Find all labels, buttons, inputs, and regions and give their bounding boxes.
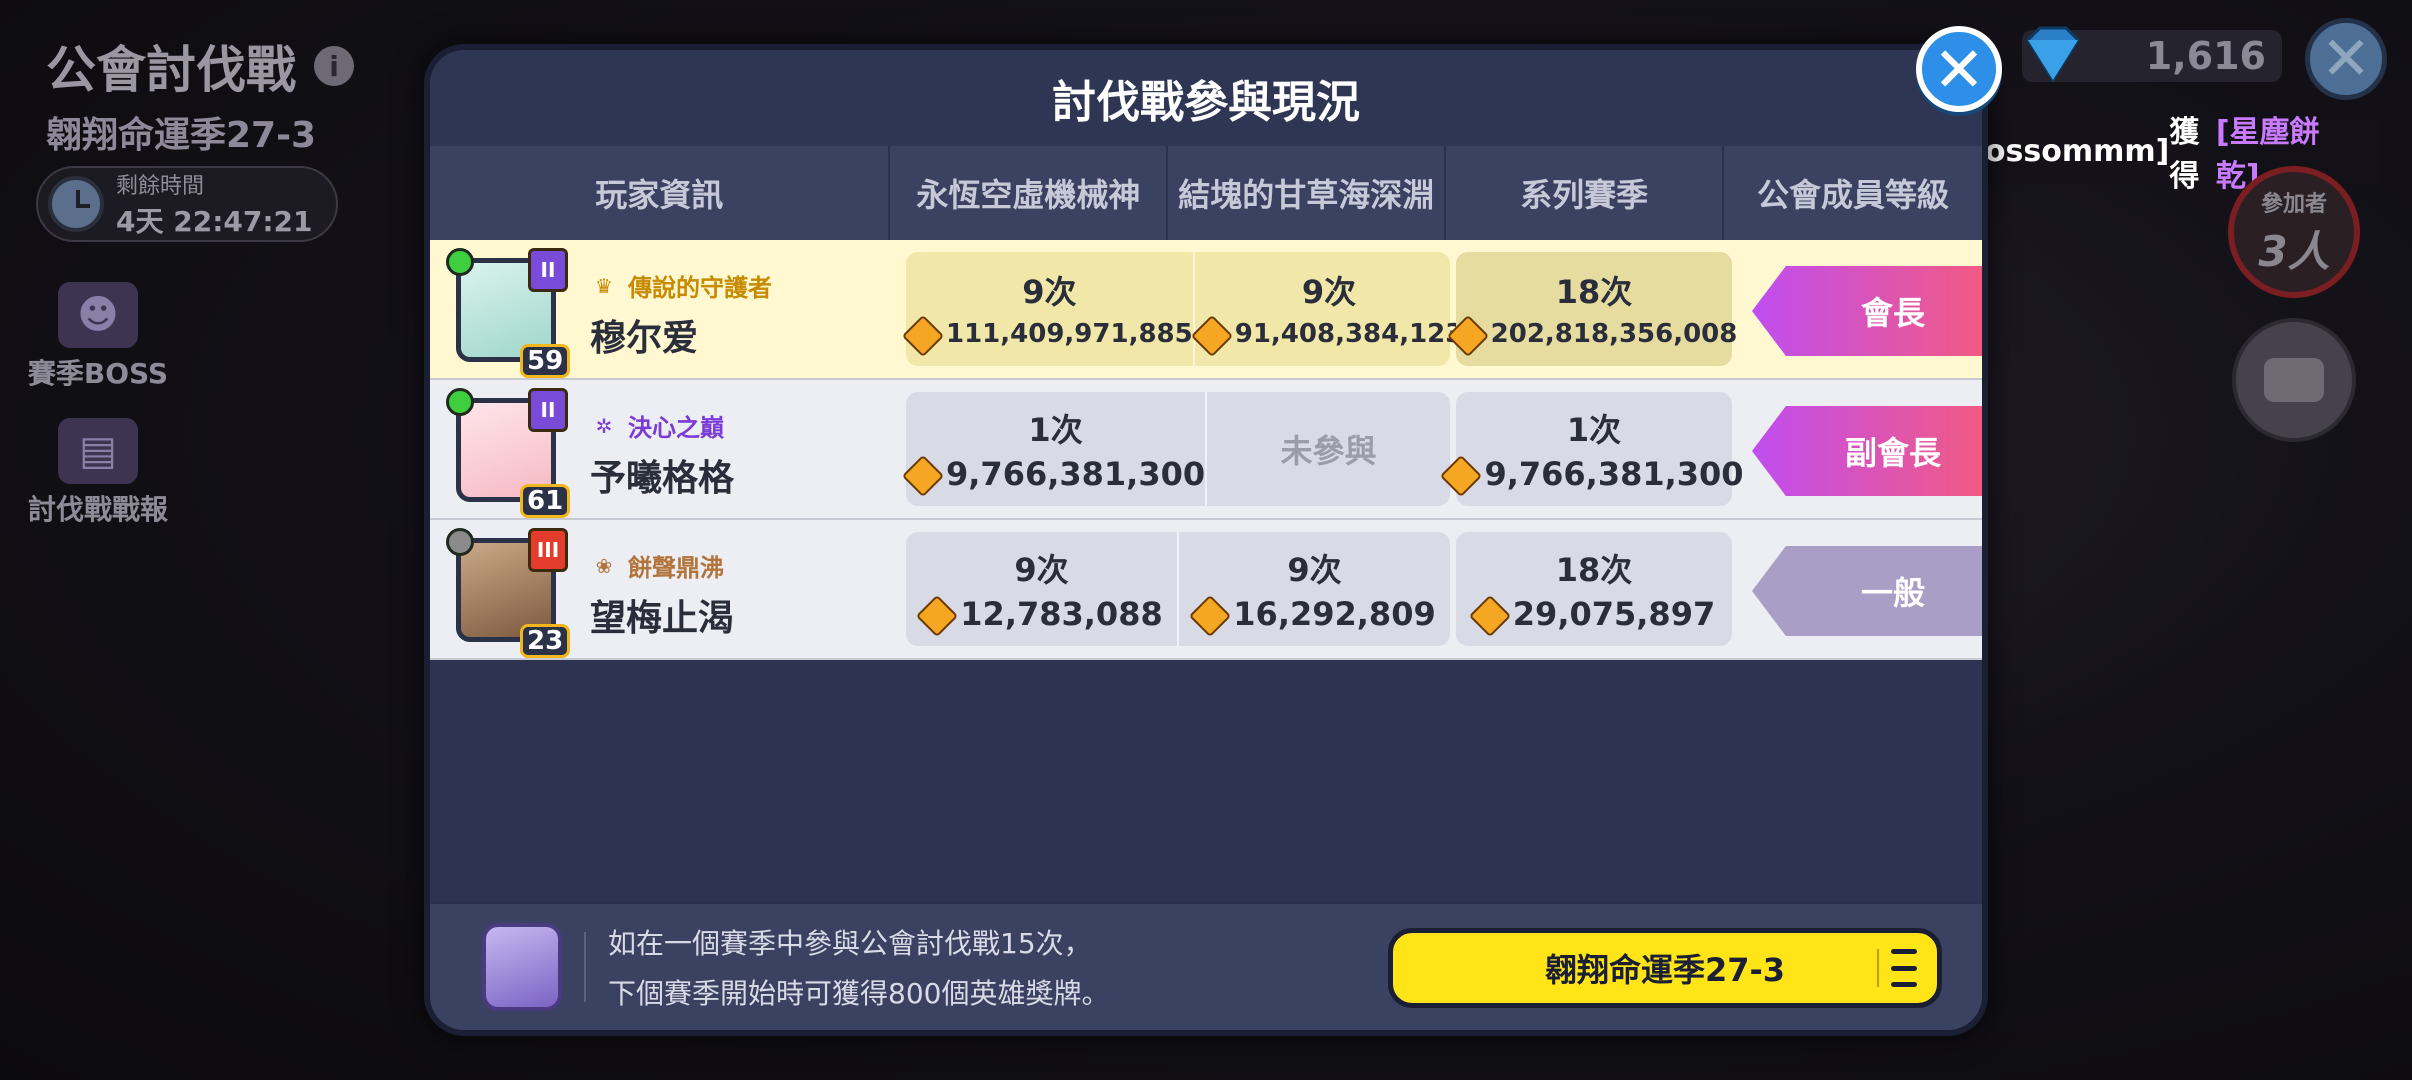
- modal-footer: 如在一個賽季中參與公會討伐戰15次， 下個賽季開始時可獲得800個英雄獎牌。 翱…: [430, 902, 1982, 1030]
- player-name: 穆尔爱: [590, 318, 699, 359]
- battle-report-button[interactable]: ▤ 討伐戰戰報: [24, 418, 172, 528]
- hero-medal-icon: [482, 923, 562, 1011]
- participants-count: 3人: [2258, 226, 2330, 276]
- gem-icon: [2026, 26, 2080, 83]
- score-icon: [920, 597, 954, 631]
- page-title: 公會討伐戰 i: [46, 30, 354, 102]
- participation-modal: 討伐戰參與現況 玩家資訊 永恆空虛機械神 結塊的甘草海深淵 系列賽季 公會成員等…: [424, 44, 1988, 1036]
- avatar[interactable]: II 61: [444, 388, 571, 518]
- season-stats: 18次 29,075,897: [1456, 532, 1732, 646]
- score-icon: [906, 317, 940, 351]
- boss1-score: 9,766,381,300: [946, 455, 1206, 493]
- player-title: 決心之巔: [628, 414, 724, 442]
- modal-close-button[interactable]: ✕: [1916, 26, 2002, 112]
- online-status-icon: [446, 248, 474, 276]
- season-stats: 1次 9,766,381,300: [1456, 392, 1744, 506]
- player-title: 傳說的守護者: [628, 274, 772, 302]
- score-icon: [1473, 597, 1507, 631]
- table-row[interactable]: II 61 ✲ 決心之巔 予曦格格 1次 9,766,381,300 未參與 1…: [430, 380, 1982, 520]
- level-badge: 23: [520, 624, 571, 658]
- season-count: 18次: [1555, 273, 1633, 311]
- participants-badge: 參加者 3人: [2228, 166, 2360, 298]
- season-score: 29,075,897: [1512, 595, 1716, 633]
- player-name: 予曦格格: [590, 458, 735, 499]
- ticker-verb: 獲得: [2169, 115, 2200, 194]
- score-icon: [1444, 457, 1478, 491]
- column-boss-2: 結塊的甘草海深淵: [1168, 146, 1447, 240]
- outer-close-button[interactable]: ✕: [2305, 18, 2387, 100]
- menu-icon: [1877, 949, 1917, 987]
- footer-line-2: 下個賽季開始時可獲得800個英雄獎牌。: [608, 977, 1110, 1010]
- member-rank-badge: 副會長: [1752, 406, 1982, 496]
- season-label: 翱翔命運季27-3: [46, 115, 317, 156]
- chat-button[interactable]: [2232, 318, 2356, 442]
- table-header: 玩家資訊 永恆空虛機械神 結塊的甘草海深淵 系列賽季 公會成員等級: [430, 146, 1982, 240]
- column-player-info: 玩家資訊: [430, 146, 891, 240]
- score-icon: [1195, 317, 1229, 351]
- table-row[interactable]: III 23 ❀ 餅聲鼎沸 望梅止渴 9次 12,783,088 9次 16,2…: [430, 520, 1982, 660]
- remaining-time-value: 4天 22:47:21: [116, 205, 313, 238]
- boss2-count: 9次: [1301, 273, 1357, 311]
- season-boss-button[interactable]: ☻ 賽季BOSS: [24, 282, 172, 392]
- info-icon[interactable]: i: [314, 46, 354, 86]
- member-list: II 59 ♛ 傳說的守護者 穆尔爱 9次 111,409,971,885 9次…: [430, 240, 1982, 660]
- column-boss-1: 永恆空虛機械神: [890, 146, 1169, 240]
- tier-badge: III: [528, 528, 568, 572]
- season-select-button[interactable]: 翱翔命運季27-3: [1388, 928, 1942, 1008]
- boss1-count: 1次: [1028, 411, 1083, 449]
- boss2-not-participated: 未參與: [1280, 432, 1377, 470]
- boss-stats: 9次 111,409,971,885 9次 91,408,384,123: [906, 252, 1463, 366]
- participants-label: 參加者: [2260, 191, 2327, 217]
- boss1-score: 111,409,971,885: [946, 319, 1193, 349]
- boss2-count: 9次: [1287, 551, 1342, 589]
- score-icon: [906, 457, 940, 491]
- boss2-score: 91,408,384,123: [1234, 319, 1464, 349]
- member-rank-badge: 一般: [1752, 546, 1982, 636]
- season-count: 18次: [1555, 551, 1633, 589]
- boss-stats: 1次 9,766,381,300 未參與: [906, 392, 1450, 506]
- title-star-icon: ✲: [595, 413, 613, 438]
- footer-line-1: 如在一個賽季中參與公會討伐戰15次，: [608, 927, 1092, 960]
- title-crown-icon: ♛: [595, 273, 613, 298]
- level-badge: 61: [520, 484, 571, 518]
- season-stats: 18次 202,818,356,008: [1456, 252, 1737, 366]
- boss-icon: ☻: [58, 282, 138, 348]
- score-icon: [1193, 597, 1227, 631]
- season-score: 9,766,381,300: [1484, 455, 1744, 493]
- season-count: 1次: [1566, 411, 1622, 449]
- battle-report-label: 討伐戰戰報: [27, 493, 168, 526]
- online-status-icon: [446, 388, 474, 416]
- boss-stats: 9次 12,783,088 9次 16,292,809: [906, 532, 1450, 646]
- remaining-time-label: 剩餘時間: [116, 174, 205, 199]
- season-score: 202,818,356,008: [1490, 319, 1738, 349]
- boss1-count: 9次: [1014, 551, 1069, 589]
- player-name: 望梅止渴: [590, 598, 735, 639]
- boss1-count: 9次: [1022, 273, 1077, 311]
- level-badge: 59: [520, 344, 571, 378]
- offline-status-icon: [446, 528, 474, 556]
- avatar[interactable]: II 59: [444, 248, 571, 378]
- report-icon: ▤: [58, 418, 138, 484]
- boss1-score: 12,783,088: [960, 595, 1163, 633]
- column-season: 系列賽季: [1446, 146, 1725, 240]
- season-select-label: 翱翔命運季27-3: [1544, 951, 1786, 989]
- score-icon: [1451, 317, 1485, 351]
- avatar[interactable]: III 23: [444, 528, 571, 658]
- tier-badge: II: [528, 248, 568, 292]
- season-boss-label: 賽季BOSS: [27, 357, 169, 390]
- remaining-time-box: 剩餘時間 4天 22:47:21: [36, 166, 338, 242]
- member-rank-badge: 會長: [1752, 266, 1982, 356]
- clock-icon: [48, 176, 104, 232]
- chat-icon: [2264, 358, 2324, 402]
- column-member-rank: 公會成員等級: [1757, 176, 1950, 214]
- player-title: 餅聲鼎沸: [628, 554, 724, 582]
- table-row[interactable]: II 59 ♛ 傳說的守護者 穆尔爱 9次 111,409,971,885 9次…: [430, 240, 1982, 380]
- tier-badge: II: [528, 388, 568, 432]
- boss2-score: 16,292,809: [1233, 595, 1436, 633]
- footer-divider: [584, 932, 586, 1002]
- title-cookie-icon: ❀: [595, 553, 613, 578]
- page-title-text: 公會討伐戰: [46, 41, 296, 99]
- modal-title: 討伐戰參與現況: [430, 50, 1982, 146]
